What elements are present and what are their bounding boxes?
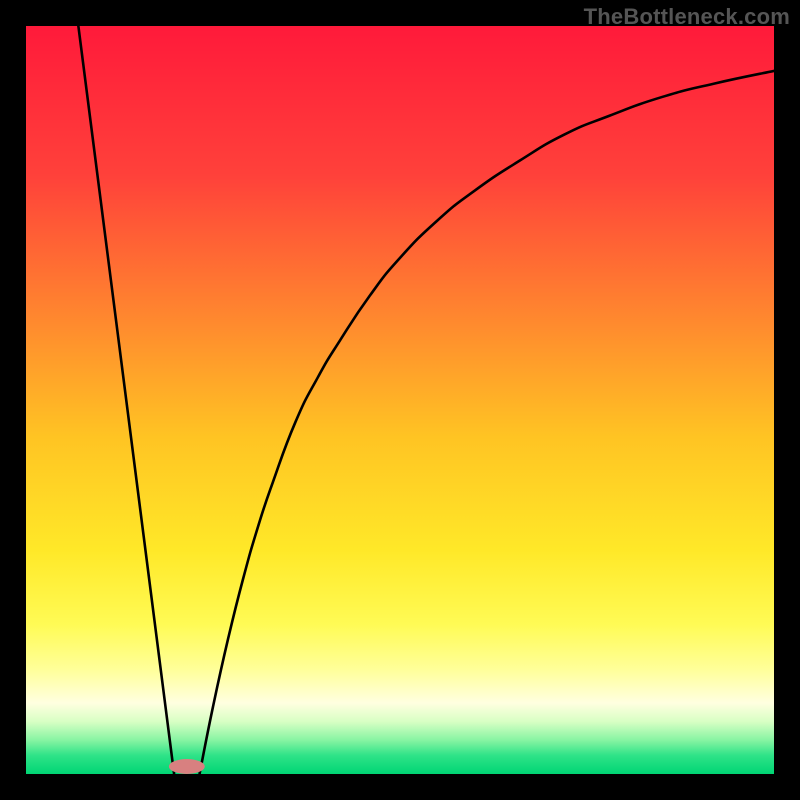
chart-frame: TheBottleneck.com	[0, 0, 800, 800]
gradient-background	[26, 26, 774, 774]
chart-svg	[26, 26, 774, 774]
watermark-text: TheBottleneck.com	[584, 4, 790, 30]
valley-marker	[169, 759, 205, 774]
plot-area	[26, 26, 774, 774]
